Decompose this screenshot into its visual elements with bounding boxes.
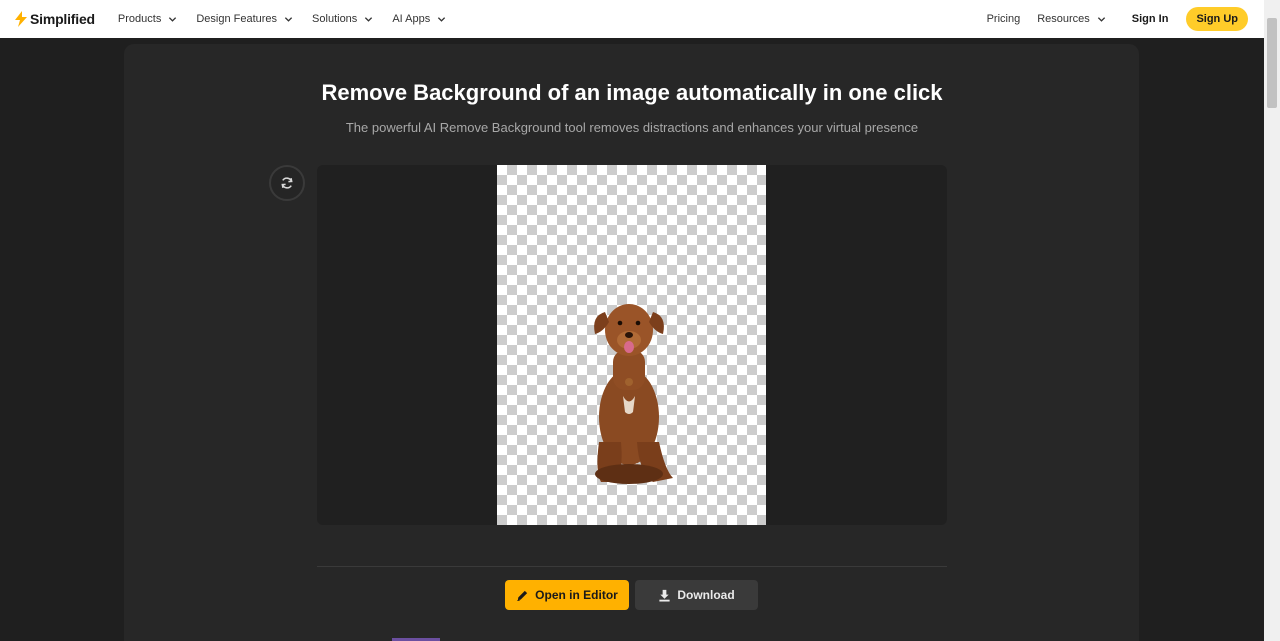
- pencil-icon: [517, 590, 528, 601]
- chevron-down-icon: [438, 16, 446, 22]
- nav-products[interactable]: Products: [118, 13, 177, 25]
- open-in-editor-label: Open in Editor: [535, 588, 618, 602]
- nav-design-features[interactable]: Design Features: [196, 13, 293, 25]
- scrollbar-thumb[interactable]: [1267, 18, 1277, 108]
- nav-resources-label: Resources: [1037, 13, 1090, 25]
- top-navbar: Simplified Products Design Features Solu…: [0, 0, 1264, 38]
- sign-up-button[interactable]: Sign Up: [1186, 7, 1248, 31]
- download-icon: [659, 589, 670, 602]
- chevron-down-icon: [1097, 16, 1105, 22]
- brand-logo[interactable]: Simplified: [14, 11, 95, 27]
- chevron-down-icon: [365, 16, 373, 22]
- nav-ai-apps[interactable]: AI Apps: [392, 13, 446, 25]
- download-button[interactable]: Download: [635, 580, 758, 610]
- nav-solutions[interactable]: Solutions: [312, 13, 373, 25]
- refresh-icon: [281, 177, 293, 189]
- chevron-down-icon: [169, 16, 177, 22]
- chevron-down-icon: [284, 16, 293, 22]
- download-label: Download: [677, 588, 735, 602]
- sign-in-link[interactable]: Sign In: [1132, 13, 1169, 25]
- divider: [317, 566, 947, 567]
- open-in-editor-button[interactable]: Open in Editor: [505, 580, 629, 610]
- page-subtitle: The powerful AI Remove Background tool r…: [345, 120, 919, 135]
- brand-name: Simplified: [30, 11, 95, 27]
- nav-design-features-label: Design Features: [196, 13, 278, 25]
- nav-ai-apps-label: AI Apps: [392, 13, 431, 25]
- nav-products-label: Products: [117, 13, 162, 25]
- page-title: Remove Background of an image automatica…: [321, 80, 943, 105]
- background-removed-image: [497, 165, 766, 525]
- lightning-logo-icon: [15, 11, 27, 27]
- reset-image-button[interactable]: [269, 165, 305, 201]
- nav-pricing[interactable]: Pricing: [987, 13, 1021, 25]
- page-scrollbar[interactable]: [1264, 0, 1280, 641]
- nav-solutions-label: Solutions: [312, 13, 358, 25]
- dog-subject-image: [594, 304, 673, 484]
- image-preview-area: [317, 165, 947, 525]
- nav-resources[interactable]: Resources: [1037, 13, 1106, 25]
